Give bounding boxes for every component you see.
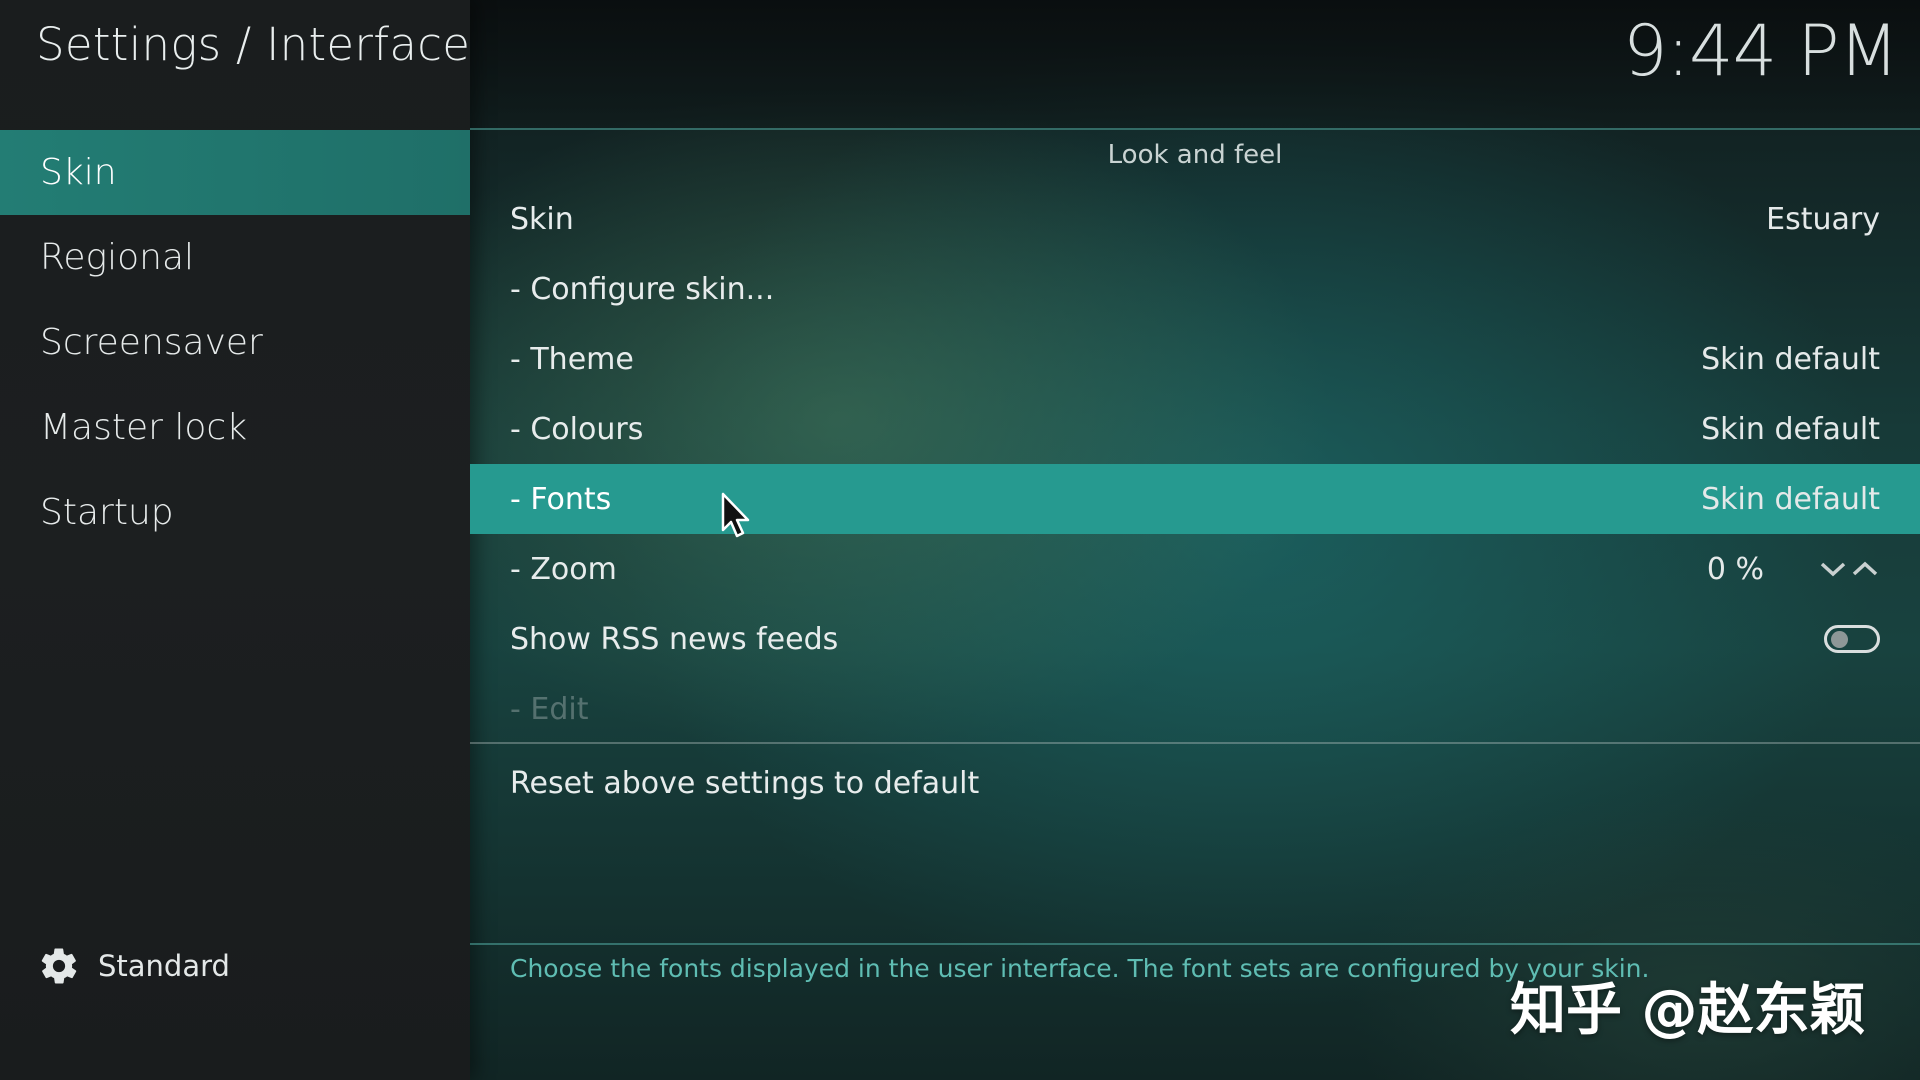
gear-icon [41, 948, 77, 984]
setting-row-edit: - Edit [470, 674, 1920, 744]
divider [470, 742, 1920, 744]
sidebar-item-startup[interactable]: Startup [0, 470, 470, 555]
setting-value: Skin default [1701, 481, 1880, 517]
divider [470, 943, 1920, 945]
setting-label: - Colours [510, 411, 644, 447]
setting-label: - Theme [510, 341, 634, 377]
settings-panel: Look and feel Skin Estuary - Configure s… [470, 128, 1920, 1080]
setting-row-rss[interactable]: Show RSS news feeds [470, 604, 1920, 674]
sidebar-item-label: Skin [40, 152, 117, 193]
setting-row-fonts[interactable]: - Fonts Skin default [470, 464, 1920, 534]
setting-value: Estuary [1766, 201, 1880, 237]
divider [470, 128, 1920, 130]
setting-label: - Fonts [510, 481, 612, 517]
sidebar-item-regional[interactable]: Regional [0, 215, 470, 300]
chevron-up-icon[interactable] [1850, 558, 1880, 580]
setting-row-configure-skin[interactable]: - Configure skin... [470, 254, 1920, 324]
zoom-controls: 0 % [1707, 552, 1880, 587]
reset-label: Reset above settings to default [510, 765, 980, 801]
rss-toggle[interactable] [1824, 625, 1880, 653]
setting-label: Skin [510, 201, 574, 237]
zoom-stepper [1818, 558, 1880, 580]
sidebar: Skin Regional Screensaver Master lock St… [0, 0, 470, 1080]
setting-label: - Edit [510, 691, 589, 727]
setting-label: - Configure skin... [510, 271, 775, 307]
setting-value: 0 % [1706, 551, 1764, 587]
setting-row-zoom[interactable]: - Zoom 0 % [470, 534, 1920, 604]
sidebar-item-master-lock[interactable]: Master lock [0, 385, 470, 470]
setting-row-colours[interactable]: - Colours Skin default [470, 394, 1920, 464]
kodi-settings-window: Skin Regional Screensaver Master lock St… [0, 0, 1920, 1080]
reset-settings-button[interactable]: Reset above settings to default [470, 748, 1920, 818]
settings-level-label: Standard [98, 949, 230, 983]
watermark: 知乎 @赵东颖 [1510, 978, 1866, 1043]
chevron-down-icon[interactable] [1818, 558, 1848, 580]
setting-label: - Zoom [510, 551, 617, 587]
page-title: Settings / Interface [36, 18, 471, 71]
sidebar-item-skin[interactable]: Skin [0, 130, 470, 215]
sidebar-item-label: Startup [40, 492, 174, 533]
toggle-knob [1831, 631, 1848, 648]
setting-value: Skin default [1701, 411, 1880, 447]
sidebar-item-label: Regional [40, 237, 195, 278]
setting-label: Show RSS news feeds [510, 621, 839, 657]
sidebar-item-label: Master lock [40, 407, 248, 448]
setting-row-theme[interactable]: - Theme Skin default [470, 324, 1920, 394]
sidebar-list: Skin Regional Screensaver Master lock St… [0, 130, 470, 555]
setting-row-skin[interactable]: Skin Estuary [470, 184, 1920, 254]
clock: 9:44 PM [1622, 10, 1899, 92]
sidebar-item-label: Screensaver [40, 322, 263, 363]
setting-value: Skin default [1701, 341, 1880, 377]
settings-level-button[interactable]: Standard [38, 945, 230, 987]
section-header: Look and feel [1107, 140, 1283, 170]
sidebar-item-screensaver[interactable]: Screensaver [0, 300, 470, 385]
